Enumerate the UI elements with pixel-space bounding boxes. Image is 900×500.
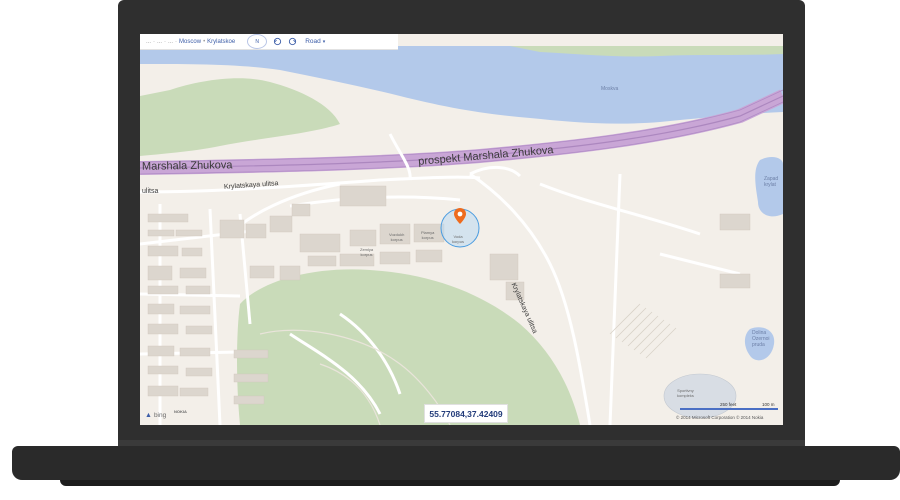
nokia-logo: NOKIA [174,409,187,415]
nokia-text: NOKIA [174,409,187,414]
breadcrumb-item[interactable]: ... [157,39,162,45]
rotate-left-icon[interactable] [273,37,282,46]
coordinates-value: 55.77084,37.42409 [429,408,503,419]
street-label-ulitsa: ulitsa [142,188,159,195]
scale-meters-label: 100 m [762,402,775,407]
map-screen[interactable]: ... · ... · ... · Moscow • Krylatskoe N … [140,34,783,425]
map-style-dropdown[interactable]: Road ▾ [305,38,325,45]
breadcrumb-separator: • [203,38,206,45]
poi-label-zemlya: Zemlya korpus [360,247,374,257]
map-canvas[interactable] [140,34,783,425]
bing-icon: ▲ [145,412,152,419]
poi-label-sportivny: Sportivny kompleks [677,388,694,398]
breadcrumb-separator: · [153,38,156,45]
coordinates-display: 55.77084,37.42409 [424,404,508,423]
rotate-right-icon[interactable] [288,37,297,46]
water-label-east: Zapad krylat [764,176,779,188]
copyright-notice: © 2014 Microsoft Corporation © 2014 Noki… [676,415,764,420]
bing-logo: ▲ bing [145,412,166,419]
scale-bar: 250 feet 100 m [680,402,780,414]
breadcrumb-item-krylatskoe[interactable]: Krylatskoe [207,39,235,45]
breadcrumb: ... · ... · ... · Moscow • Krylatskoe [146,39,235,45]
map-toolbar: ... · ... · ... · Moscow • Krylatskoe N … [140,34,398,50]
laptop-base [12,446,900,480]
breadcrumb-separator: · [164,38,167,45]
breadcrumb-item[interactable]: ... [146,39,151,45]
compass-control[interactable]: N [247,34,268,49]
breadcrumb-item[interactable]: ... [168,39,173,45]
bing-text: bing [153,412,167,419]
map-style-label: Road [305,38,321,45]
breadcrumb-separator: · [175,38,178,45]
compass-label: N [255,38,259,45]
breadcrumb-item-moscow[interactable]: Moscow [179,39,201,45]
laptop-base-lip [60,480,840,486]
scale-feet-label: 250 feet [720,402,737,407]
chevron-down-icon: ▾ [322,38,326,45]
location-pin-icon[interactable] [454,208,466,224]
water-label-pond: Dolina Ozernoi pruda [752,330,770,348]
poi-label-plamya: Plamya korpus [421,230,435,240]
poi-label-vozdukh: Vozdukh korpus [389,232,405,242]
scale-bar-line [680,408,778,410]
street-label-marshala-zhukova: Marshala Zhukova [141,159,233,173]
poi-label-voda: Voda korpus [452,234,465,244]
water-label-moskva: Moskva [601,86,619,92]
